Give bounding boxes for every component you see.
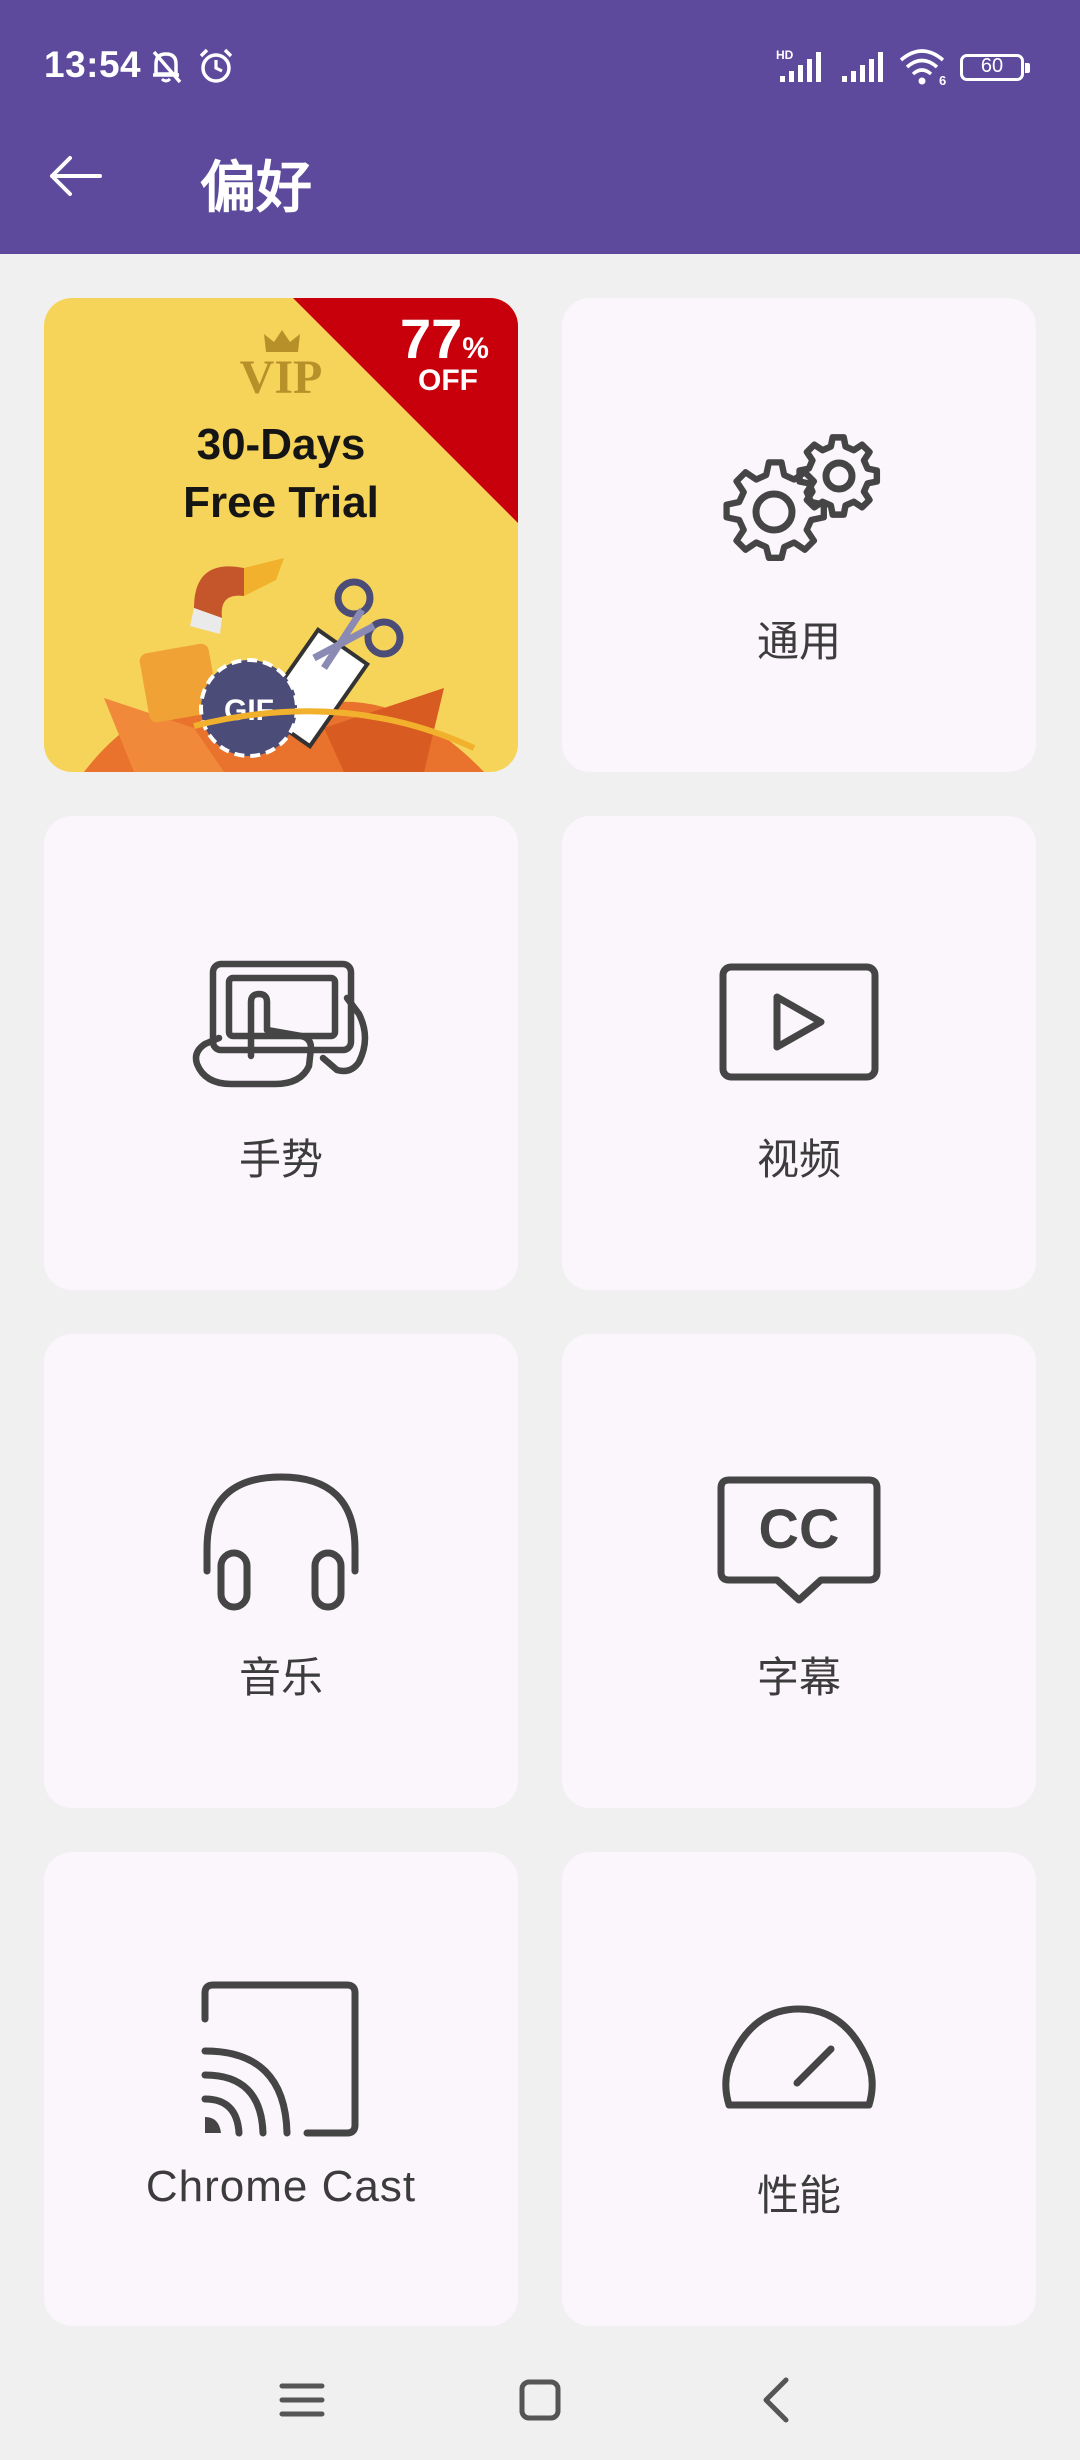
menu-label-subtitle: 字幕: [756, 1653, 841, 1702]
back-button[interactable]: [44, 148, 108, 204]
signal-icon: [842, 52, 883, 82]
wifi-icon: 6: [899, 49, 946, 86]
menu-label-gesture: 手势: [238, 1135, 323, 1184]
system-nav-bar: [0, 2340, 1080, 2460]
menu-label-video: 视频: [756, 1135, 841, 1184]
back-icon[interactable]: [746, 2368, 810, 2432]
trial-text: 30-Days Free Trial: [44, 416, 518, 532]
speedometer-icon: [722, 2005, 876, 2109]
closed-caption-icon: CC: [717, 1476, 881, 1604]
gears-icon: [723, 434, 881, 561]
menu-label-music: 音乐: [238, 1653, 323, 1702]
status-bar: 13:54 HD 6 60: [0, 0, 1080, 130]
menu-card-general[interactable]: 通用: [562, 298, 1036, 772]
wifi-label: 6: [939, 73, 946, 86]
cast-icon: [201, 1981, 359, 2137]
menu-label-chromecast: Chrome Cast: [145, 2162, 417, 2211]
gesture-tablet-icon: [192, 960, 369, 1088]
video-play-icon: [719, 963, 879, 1081]
cc-glyph: CC: [759, 1497, 840, 1560]
svg-text:HD: HD: [776, 48, 794, 62]
trial-line-1: 30-Days: [196, 420, 366, 469]
page-title: 偏好: [200, 156, 312, 221]
menu-card-performance[interactable]: 性能: [562, 1852, 1036, 2326]
battery-level: 60: [980, 55, 1004, 77]
menu-card-music[interactable]: 音乐: [44, 1334, 518, 1808]
battery-indicator: 60: [960, 54, 1030, 81]
menu-card-chromecast[interactable]: Chrome Cast: [44, 1852, 518, 2326]
vip-text: VIP: [239, 351, 323, 404]
menu-card-subtitle[interactable]: CC 字幕: [562, 1334, 1036, 1808]
status-time: 13:54: [44, 44, 142, 85]
headphones-icon: [203, 1473, 359, 1611]
alarm-icon: [199, 48, 233, 83]
menu-label-general: 通用: [756, 617, 841, 666]
vip-trial-banner[interactable]: 77% OFF VIP 30-Days Free Trial GIF: [44, 298, 518, 772]
menu-icon[interactable]: [270, 2368, 334, 2432]
menu-card-video[interactable]: 视频: [562, 816, 1036, 1290]
trial-line-2: Free Trial: [183, 478, 379, 527]
menu-card-gesture[interactable]: 手势: [44, 816, 518, 1290]
hd-signal-icon: HD: [776, 48, 821, 82]
gift-box-illustration: GIF: [84, 558, 484, 772]
bell-off-icon: [152, 50, 182, 84]
menu-label-performance: 性能: [756, 2171, 841, 2220]
home-icon[interactable]: [508, 2368, 572, 2432]
app-bar: 13:54 HD 6 60 偏好: [0, 0, 1080, 254]
